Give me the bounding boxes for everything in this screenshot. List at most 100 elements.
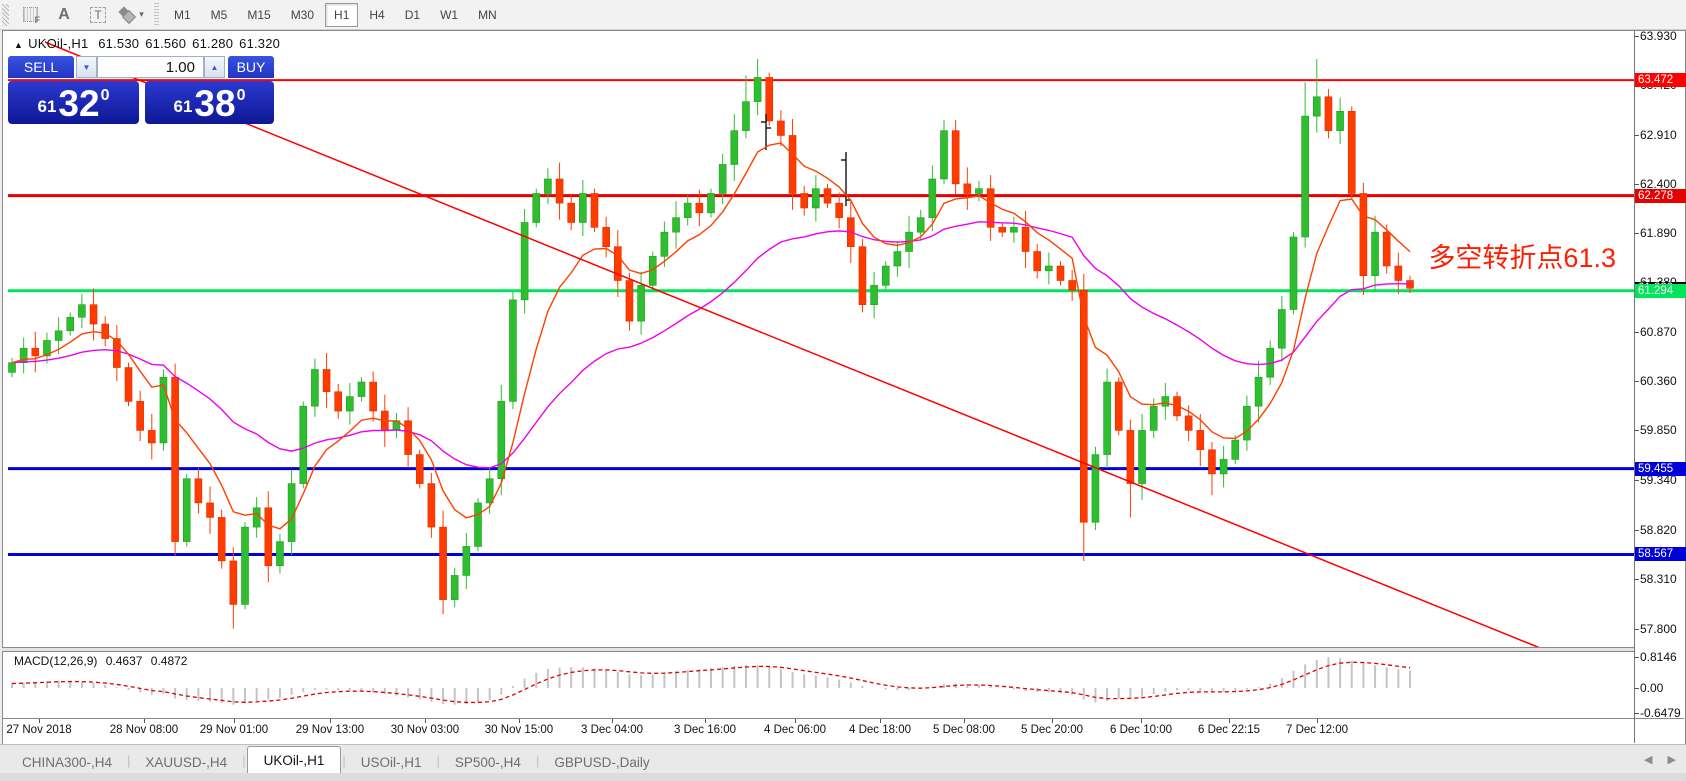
price-tick-label: 63.930 — [1640, 28, 1677, 43]
chart-tab-gbpusd-daily[interactable]: GBPUSD-,Daily — [540, 750, 663, 775]
chart-window[interactable] — [2, 30, 1686, 745]
dropdown-caret-icon: ▾ — [139, 9, 144, 19]
time-label: 3 Dec 16:00 — [673, 724, 737, 736]
label-tool-icon[interactable]: T — [84, 3, 112, 27]
price-tick-mark — [1634, 479, 1639, 481]
price-tick-mark — [1634, 35, 1639, 37]
chart-tab-ukoil-h1[interactable]: UKOil-,H1 — [246, 746, 342, 775]
price-tick-label: 57.800 — [1640, 621, 1677, 636]
timeframe-button-m5[interactable]: M5 — [202, 3, 237, 27]
volume-increase-button[interactable]: ▲ — [204, 56, 225, 78]
time-label: 5 Dec 08:00 — [932, 724, 996, 736]
level-price-label: 58.567 — [1635, 547, 1686, 562]
metatrader-window: F A T ▾ M1 M5 M15 M30 H1 H4 D1 W1 MN ▲ UKOil-,H1 … — [0, 0, 1686, 781]
chart-tab-sp500-h4[interactable]: SP500-,H4 — [441, 750, 535, 775]
time-label: 5 Dec 20:00 — [1020, 724, 1084, 736]
text-tool-icon[interactable]: A — [50, 3, 78, 27]
timeframe-button-d1[interactable]: D1 — [396, 3, 429, 27]
chart-symbol-ohlc: ▲ UKOil-,H1 61.530 61.560 61.280 61.320 — [14, 36, 286, 51]
time-tick-mark — [39, 719, 40, 723]
time-tick-mark — [1141, 719, 1142, 723]
sell-price-main: 32 — [58, 83, 100, 124]
fibonacci-tool-icon[interactable]: F — [16, 3, 44, 27]
up-arrow-icon: ▲ — [210, 62, 219, 72]
sell-price-button[interactable]: 61 32 0 — [8, 81, 139, 124]
timeframe-button-h1[interactable]: H1 — [325, 2, 359, 27]
price-tick-mark — [1634, 628, 1639, 630]
buy-price-prefix: 61 — [173, 97, 193, 116]
time-label: 30 Nov 03:00 — [390, 724, 460, 736]
time-tick-mark — [144, 719, 145, 723]
timeframe-button-m15[interactable]: M15 — [238, 3, 279, 27]
volume-input[interactable] — [97, 56, 204, 78]
chart-tab-xauusd-h4[interactable]: XAUUSD-,H4 — [131, 750, 241, 775]
tab-scroll-right-icon[interactable]: ▶ — [1668, 754, 1676, 766]
ohlc-open: 61.530 — [98, 36, 140, 51]
time-tick-mark — [612, 719, 613, 723]
time-tick-mark — [705, 719, 706, 723]
chart-tab-china300-h4[interactable]: CHINA300-,H4 — [8, 750, 126, 775]
level-price-label: 63.472 — [1635, 73, 1686, 88]
price-tick-mark — [1634, 529, 1639, 531]
macd-tick-mark — [1634, 687, 1639, 689]
time-label: 29 Nov 13:00 — [295, 724, 365, 736]
label-letter: T — [90, 6, 106, 23]
buy-price-button[interactable]: 61 38 0 — [145, 81, 274, 124]
toolbar-drag-handle-icon[interactable] — [2, 3, 9, 26]
time-tick-mark — [795, 719, 796, 723]
timeframe-button-m30[interactable]: M30 — [282, 3, 323, 27]
price-tick-label: 62.910 — [1640, 127, 1677, 142]
price-tick-mark — [1634, 381, 1639, 383]
top-toolbar: F A T ▾ M1 M5 M15 M30 H1 H4 D1 W1 MN — [0, 0, 1686, 30]
time-label: 4 Dec 18:00 — [848, 724, 912, 736]
tab-separator: | — [127, 753, 131, 768]
chart-annotation-text[interactable]: 多空转折点61.3 — [1428, 236, 1616, 275]
pane-separator[interactable] — [2, 647, 1634, 652]
price-tick-mark — [1634, 579, 1639, 581]
price-tick-mark — [1634, 233, 1639, 235]
tab-scroll-arrows: ◀ ▶ — [1632, 753, 1676, 766]
timeframe-button-mn[interactable]: MN — [469, 3, 506, 27]
price-tick-mark — [1634, 134, 1639, 136]
buy-price-sup: 0 — [236, 87, 246, 104]
macd-value-signal: 0.4872 — [150, 654, 188, 668]
level-price-label: 61.294 — [1635, 283, 1686, 298]
price-tick-mark — [1634, 331, 1639, 333]
sell-price-prefix: 61 — [37, 97, 57, 116]
price-tick-label: 60.870 — [1640, 324, 1677, 339]
sell-tab[interactable]: SELL — [8, 56, 74, 78]
price-tick-label: 59.850 — [1640, 423, 1677, 438]
chart-tab-usoil-h1[interactable]: USOil-,H1 — [347, 750, 436, 775]
time-axis-border — [2, 718, 1684, 719]
tab-scroll-left-icon[interactable]: ◀ — [1644, 754, 1652, 766]
price-tick-mark — [1634, 430, 1639, 432]
time-tick-mark — [1052, 719, 1053, 723]
timeframe-button-h4[interactable]: H4 — [360, 3, 393, 27]
toolbar-separator — [154, 2, 159, 27]
price-tick-mark — [1634, 183, 1639, 185]
macd-name: MACD(12,26,9) — [14, 654, 98, 668]
tab-separator: | — [436, 753, 440, 768]
macd-tick-label: 0.00 — [1640, 680, 1664, 695]
chart-tabs-bar: CHINA300-,H4 | XAUUSD-,H4 | UKOil-,H1 | USOil-… — [0, 744, 1686, 775]
time-label: 29 Nov 01:00 — [199, 724, 269, 736]
time-label: 7 Dec 12:00 — [1285, 724, 1349, 736]
ohlc-high: 61.560 — [145, 36, 187, 51]
ohlc-low: 61.280 — [192, 36, 234, 51]
timeframe-button-w1[interactable]: W1 — [431, 3, 467, 27]
price-tick-label: 58.820 — [1640, 522, 1677, 537]
shapes-tool-icon[interactable]: ▾ — [118, 3, 146, 27]
time-tick-mark — [519, 719, 520, 723]
timeframe-button-m1[interactable]: M1 — [165, 3, 200, 27]
time-tick-mark — [1229, 719, 1230, 723]
price-tick-label: 60.360 — [1640, 374, 1677, 389]
collapse-triangle-icon[interactable]: ▲ — [14, 40, 23, 50]
time-tick-mark — [880, 719, 881, 723]
time-tick-mark — [234, 719, 235, 723]
time-tick-mark — [964, 719, 965, 723]
buy-tab[interactable]: BUY — [228, 56, 274, 78]
down-arrow-icon: ▼ — [82, 62, 91, 72]
price-tick-label: 61.890 — [1640, 226, 1677, 241]
volume-decrease-button[interactable]: ▼ — [76, 56, 97, 78]
fibo-letter: F — [34, 14, 41, 25]
